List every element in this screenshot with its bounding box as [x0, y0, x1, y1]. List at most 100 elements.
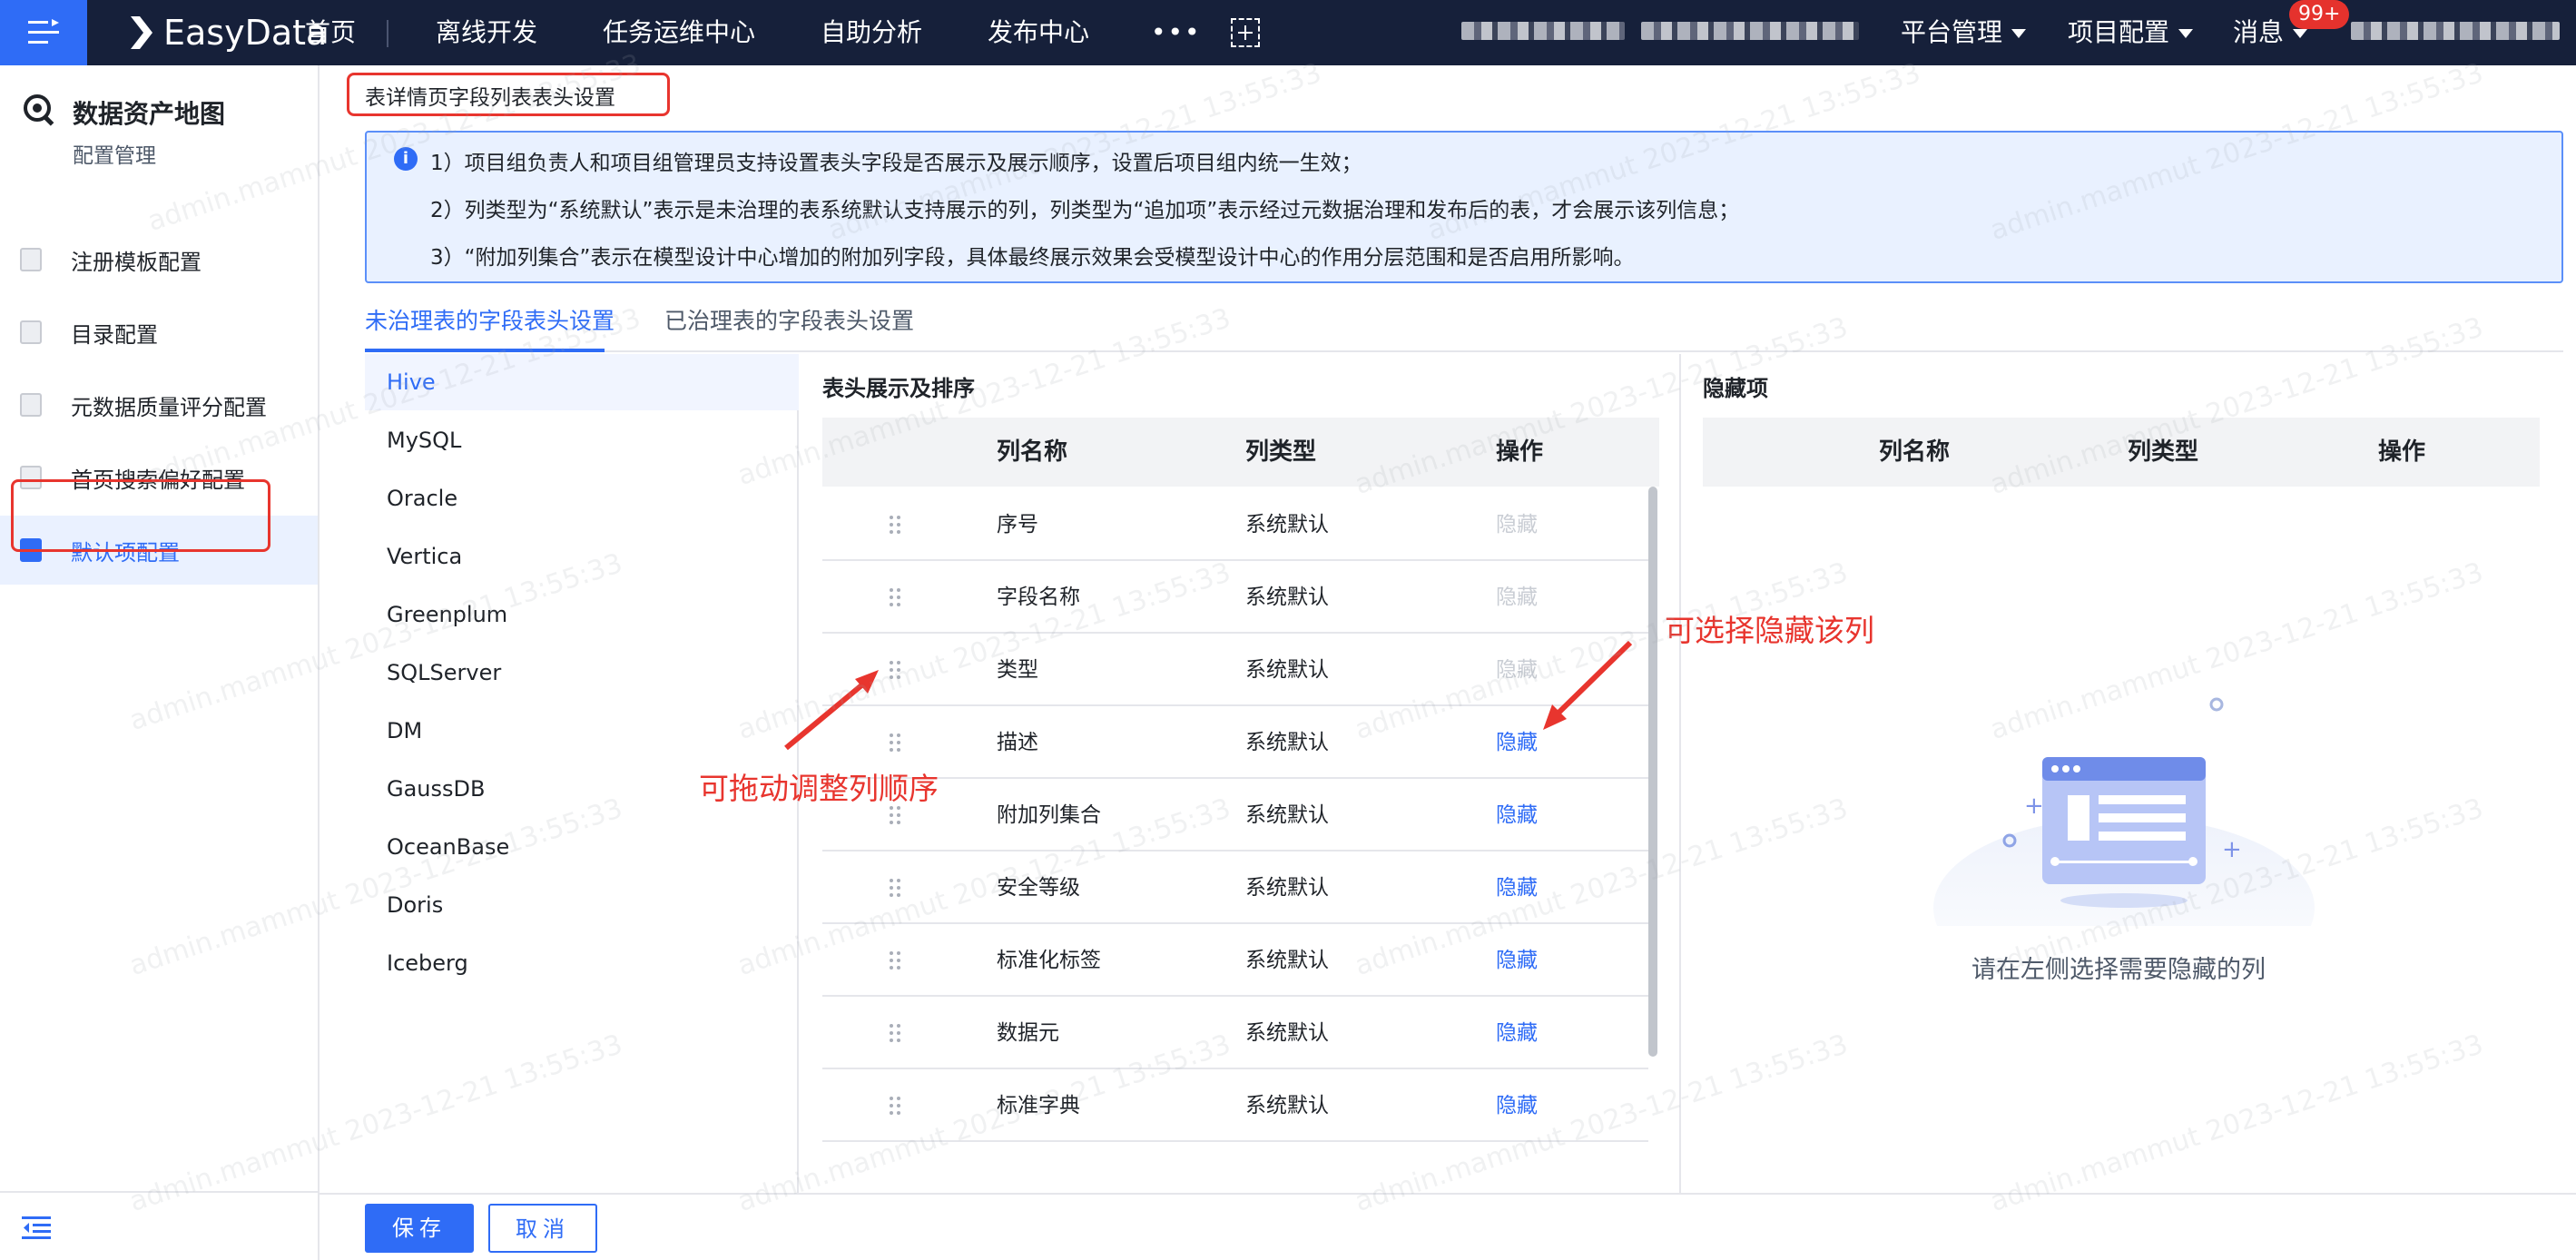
- hide-link[interactable]: 隐藏: [1496, 924, 1538, 997]
- nav-publish-center[interactable]: 发布中心: [988, 0, 1089, 65]
- col-header-type: 列类型: [2128, 438, 2199, 466]
- db-item-sqlserver[interactable]: SQLServer: [365, 645, 799, 701]
- sort-section-label: 表头展示及排序: [822, 376, 975, 401]
- cell-column-name: 标准化标签: [997, 949, 1101, 972]
- db-item-oceanbase[interactable]: OceanBase: [365, 819, 799, 875]
- table-row[interactable]: 描述 系统默认 隐藏: [822, 706, 1648, 779]
- table-row[interactable]: 标准字典 系统默认 隐藏: [822, 1069, 1648, 1142]
- drag-handle-icon[interactable]: [890, 951, 900, 970]
- db-item-mysql[interactable]: MySQL: [365, 412, 799, 468]
- tab-active-indicator: [365, 349, 605, 352]
- hide-link: 隐藏: [1496, 586, 1538, 609]
- cell-column-type: 系统默认: [1245, 658, 1329, 682]
- save-button[interactable]: 保存: [365, 1204, 474, 1253]
- nav-self-analysis[interactable]: 自助分析: [821, 0, 922, 65]
- asset-map-icon: [24, 94, 54, 126]
- drag-handle-icon[interactable]: [890, 879, 900, 897]
- watermark-text: admin.mammut 2023-12-21 13:55:33: [1986, 1029, 2488, 1218]
- hide-link[interactable]: 隐藏: [1496, 851, 1538, 924]
- cell-column-name: 序号: [997, 513, 1038, 536]
- hide-link[interactable]: 隐藏: [1496, 1069, 1538, 1142]
- top-nav-bar: EasyData 首页 离线开发 任务运维中心 自助分析 发布中心 ••• 平台…: [0, 0, 2576, 65]
- sort-table-header: 列名称 列类型 操作: [822, 418, 1659, 487]
- hide-link[interactable]: 隐藏: [1496, 997, 1538, 1069]
- nav-more-icon[interactable]: •••: [1151, 0, 1202, 65]
- sidebar-item-label: 注册模板配置: [71, 249, 202, 275]
- col-header-op: 操作: [2378, 438, 2426, 466]
- db-item-oracle[interactable]: Oracle: [365, 470, 799, 527]
- redacted-user[interactable]: [2351, 22, 2560, 40]
- sidebar-title: 数据资产地图: [73, 99, 226, 129]
- sidebar-divider: [0, 1191, 318, 1193]
- cell-column-name: 数据元: [997, 1021, 1059, 1045]
- hide-link[interactable]: 隐藏: [1496, 706, 1538, 779]
- arrow-annotation-icon: [1543, 640, 1633, 730]
- sidebar: 数据资产地图 配置管理 注册模板配置 目录配置 元数据质量评分配置 首页搜索偏好…: [0, 65, 320, 1260]
- info-line-3: 3）“附加列集合”表示在模型设计中心增加的附加列字段，具体最终展示效果会受模型设…: [430, 246, 1635, 270]
- drag-handle-icon[interactable]: [890, 516, 900, 534]
- collapse-sidebar-icon[interactable]: [22, 1215, 51, 1240]
- footer-divider: [320, 1193, 2576, 1195]
- nav-home[interactable]: 首页: [305, 0, 356, 65]
- drag-handle-icon[interactable]: [890, 1097, 900, 1115]
- highlight-box: [11, 479, 270, 552]
- easydata-logo-icon: [131, 16, 152, 49]
- table-row[interactable]: 字段名称 系统默认 隐藏: [822, 561, 1648, 634]
- tab-governed[interactable]: 已治理表的字段表头设置: [664, 303, 914, 336]
- tab-ungoverned[interactable]: 未治理表的字段表头设置: [365, 303, 615, 336]
- svg-text:+: +: [2024, 792, 2044, 820]
- table-row[interactable]: 序号 系统默认 隐藏: [822, 488, 1648, 561]
- sidebar-subtitle: 配置管理: [73, 144, 156, 168]
- table-scrollbar[interactable]: [1648, 487, 1657, 1057]
- sidebar-item-directory[interactable]: 目录配置: [0, 298, 318, 367]
- db-item-iceberg[interactable]: Iceberg: [365, 935, 799, 991]
- table-row[interactable]: 安全等级 系统默认 隐藏: [822, 851, 1648, 924]
- info-icon: i: [394, 147, 418, 171]
- drag-handle-icon[interactable]: [890, 806, 900, 824]
- db-item-greenplum[interactable]: Greenplum: [365, 586, 799, 643]
- cell-column-name: 标准字典: [997, 1094, 1080, 1117]
- platform-manage-menu[interactable]: 平台管理: [1901, 0, 2027, 65]
- cell-column-type: 系统默认: [1245, 876, 1329, 900]
- col-header-name: 列名称: [997, 438, 1068, 466]
- cell-column-type: 系统默认: [1245, 731, 1329, 754]
- drag-handle-icon[interactable]: [890, 661, 900, 679]
- drag-handle-icon[interactable]: [890, 733, 900, 752]
- svg-text:+: +: [2222, 836, 2242, 863]
- cell-column-type: 系统默认: [1245, 586, 1329, 609]
- brand-logo[interactable]: EasyData: [127, 9, 327, 56]
- sidebar-item-label: 目录配置: [71, 321, 158, 348]
- cell-column-name: 描述: [997, 731, 1038, 754]
- table-row[interactable]: 标准化标签 系统默认 隐藏: [822, 924, 1648, 997]
- menu-toggle-button[interactable]: [0, 0, 87, 65]
- cell-column-name: 字段名称: [997, 586, 1080, 609]
- info-alert: i 1）项目组负责人和项目组管理员支持设置表头字段是否展示及展示顺序，设置后项目…: [365, 131, 2563, 283]
- nav-task-ops[interactable]: 任务运维中心: [603, 0, 755, 65]
- edit-icon: [20, 320, 42, 344]
- table-row[interactable]: 类型 系统默认 隐藏: [822, 634, 1648, 706]
- cancel-button[interactable]: 取消: [488, 1204, 597, 1253]
- hide-hint-annotation: 可选择隐藏该列: [1665, 613, 1874, 648]
- table-row[interactable]: 附加列集合 系统默认 隐藏: [822, 779, 1648, 851]
- add-icon[interactable]: [1231, 18, 1260, 47]
- drag-handle-icon[interactable]: [890, 588, 900, 606]
- empty-hidden-text: 请在左侧选择需要隐藏的列: [1971, 956, 2266, 984]
- db-item-vertica[interactable]: Vertica: [365, 528, 799, 585]
- hidden-section-label: 隐藏项: [1703, 376, 1768, 401]
- edit-icon: [20, 248, 42, 271]
- drag-handle-icon[interactable]: [890, 1024, 900, 1042]
- sidebar-item-register-template[interactable]: 注册模板配置: [0, 225, 318, 294]
- cell-column-name: 安全等级: [997, 876, 1080, 900]
- table-row[interactable]: 数据元 系统默认 隐藏: [822, 997, 1648, 1069]
- empty-illustration-icon: + +: [1933, 697, 2315, 926]
- cell-column-type: 系统默认: [1245, 1094, 1329, 1117]
- nav-offline-dev[interactable]: 离线开发: [436, 0, 537, 65]
- sidebar-item-quality-score[interactable]: 元数据质量评分配置: [0, 370, 318, 439]
- arrow-annotation-icon: [784, 670, 879, 751]
- db-item-dm[interactable]: DM: [365, 703, 799, 759]
- project-config-menu[interactable]: 项目配置: [2068, 0, 2194, 65]
- db-item-doris[interactable]: Doris: [365, 877, 799, 933]
- hide-link[interactable]: 隐藏: [1496, 779, 1538, 851]
- info-line-1: 1）项目组负责人和项目组管理员支持设置表头字段是否展示及展示顺序，设置后项目组内…: [430, 152, 1362, 175]
- db-item-hive[interactable]: Hive: [365, 354, 799, 410]
